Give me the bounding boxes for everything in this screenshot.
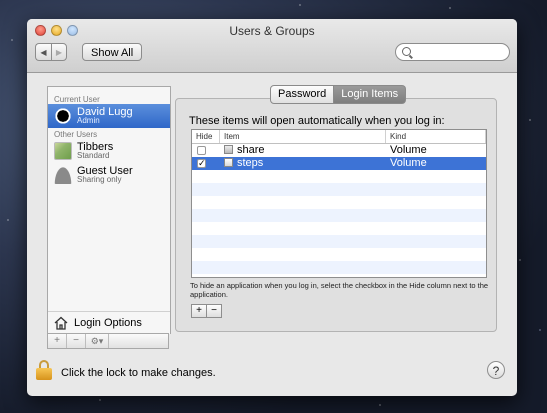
user-role: Sharing only [77,175,122,184]
yin-yang-avatar-icon [54,107,72,125]
lock-message: Click the lock to make changes. [61,367,216,379]
sidebar-toolbar: + − ⚙▾ [47,333,169,349]
column-hide[interactable]: Hide [192,130,220,143]
user-role: Admin [77,116,100,125]
footer-bar: Click the lock to make changes. ? [27,356,517,396]
back-button[interactable]: ◀ [35,43,51,61]
empty-row [192,248,486,261]
remove-user-button[interactable]: − [67,334,86,348]
current-user-heading: Current User [54,95,100,104]
forward-button[interactable]: ▶ [51,43,67,61]
window-title: Users & Groups [229,24,315,38]
add-user-button[interactable]: + [48,334,67,348]
hide-instructions: To hide an application when you log in, … [190,281,489,299]
empty-row [192,261,486,274]
tab-bar: Password Login Items [270,85,407,104]
column-kind[interactable]: Kind [386,130,486,143]
login-items-intro: These items will open automatically when… [189,115,445,127]
hide-checkbox[interactable] [197,146,206,155]
login-items-table: Hide Item Kind share Volume ✓ steps Volu… [191,129,487,278]
item-name: steps [237,157,264,169]
item-name: share [237,144,265,156]
guest-user-icon [54,166,72,184]
users-groups-window: Users & Groups ◀ ▶ Show All Current User… [27,19,517,396]
column-item[interactable]: Item [220,130,386,143]
user-role: Standard [77,151,110,160]
remove-login-item-button[interactable]: − [207,304,222,318]
action-menu-button[interactable]: ⚙▾ [86,334,109,348]
user-item-david-lugg[interactable]: David Lugg Admin [48,104,170,128]
add-login-item-button[interactable]: + [191,304,207,318]
empty-row [192,222,486,235]
user-item-guest[interactable]: Guest User Sharing only [48,163,170,187]
search-input[interactable] [395,43,510,61]
empty-row [192,183,486,196]
hide-checkbox[interactable]: ✓ [197,159,206,168]
item-kind: Volume [390,144,427,156]
tab-login-items[interactable]: Login Items [334,85,407,104]
show-all-button[interactable]: Show All [82,43,143,61]
house-icon [54,316,68,330]
empty-row [192,170,486,183]
user-item-tibbers[interactable]: Tibbers Standard [48,139,170,163]
empty-row [192,196,486,209]
tibbers-avatar-icon [54,142,72,160]
login-options-item[interactable]: Login Options [48,311,170,334]
users-sidebar: Current User David Lugg Admin Other User… [47,86,171,334]
other-users-heading: Other Users [54,130,98,139]
table-body: share Volume ✓ steps Volume [192,144,486,274]
nav-buttons: ◀ ▶ [35,43,67,61]
search-icon [402,47,411,56]
table-row[interactable]: ✓ steps Volume [192,157,486,170]
table-row[interactable]: share Volume [192,144,486,157]
login-options-label: Login Options [74,317,142,329]
title-bar: Users & Groups ◀ ▶ Show All [27,19,517,73]
help-button[interactable]: ? [487,361,505,379]
empty-row [192,209,486,222]
empty-row [192,235,486,248]
table-header: Hide Item Kind [192,130,486,144]
volume-icon [224,145,233,154]
login-items-buttons: + − [191,304,222,318]
tab-password[interactable]: Password [270,85,335,104]
volume-icon [224,158,233,167]
item-kind: Volume [390,157,427,169]
lock-icon[interactable] [36,360,52,380]
